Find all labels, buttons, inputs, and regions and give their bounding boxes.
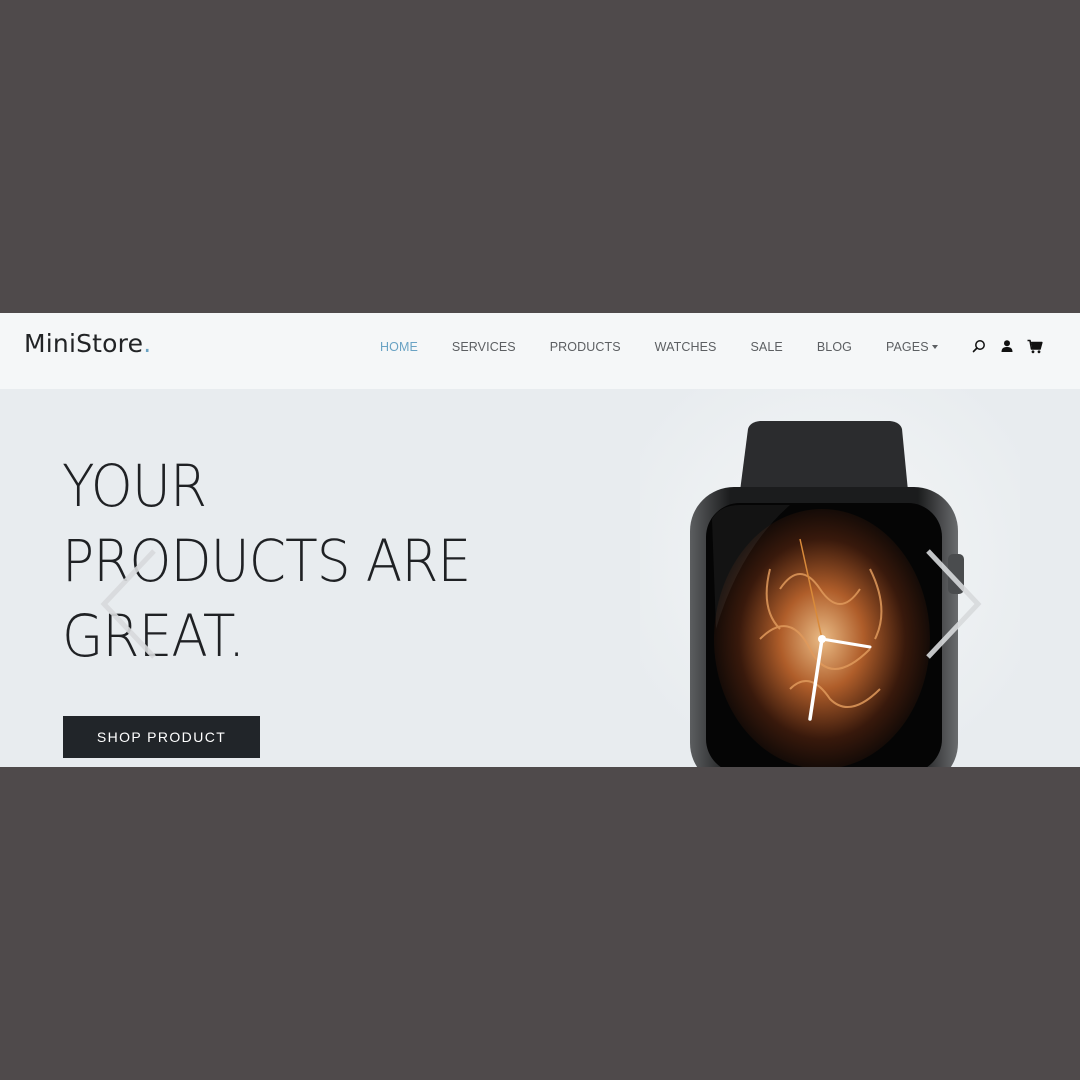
cart-button[interactable] xyxy=(1026,337,1044,355)
main-nav: HOME SERVICES PRODUCTS WATCHES SALE BLOG… xyxy=(380,337,972,357)
search-icon xyxy=(972,340,985,353)
caret-down-icon xyxy=(931,345,938,349)
slider-prev-button[interactable] xyxy=(98,549,158,659)
account-button[interactable] xyxy=(998,337,1016,355)
shop-product-button[interactable]: SHOP PRODUCT xyxy=(63,716,260,758)
nav-item-pages-label: PAGES xyxy=(885,340,929,354)
nav-item-pages[interactable]: PAGES xyxy=(886,340,938,354)
nav-item-blog[interactable]: BLOG xyxy=(817,340,852,354)
nav-item-services[interactable]: SERVICES xyxy=(452,340,516,354)
hero-slider: YOUR PRODUCTS ARE GREAT. SHOP PRODUCT xyxy=(0,389,1080,767)
website-screenshot: MiniStore. HOME SERVICES PRODUCTS WATCHE… xyxy=(0,313,1080,767)
chevron-left-icon xyxy=(100,549,156,659)
hero-title-line: YOUR xyxy=(62,452,207,520)
user-icon xyxy=(1001,340,1013,352)
logo-dot: . xyxy=(143,329,152,358)
search-button[interactable] xyxy=(970,337,988,355)
logo-text: MiniStore xyxy=(24,329,144,358)
slider-next-button[interactable] xyxy=(924,549,984,659)
cart-icon xyxy=(1027,339,1043,353)
nav-item-products[interactable]: PRODUCTS xyxy=(550,340,621,354)
nav-item-home[interactable]: HOME xyxy=(380,340,418,354)
nav-item-watches[interactable]: WATCHES xyxy=(655,340,717,354)
site-header: MiniStore. HOME SERVICES PRODUCTS WATCHE… xyxy=(0,313,1080,389)
site-logo[interactable]: MiniStore. xyxy=(24,329,151,358)
nav-item-sale[interactable]: SALE xyxy=(750,340,782,354)
header-tools xyxy=(970,337,1054,355)
chevron-right-icon xyxy=(926,549,982,659)
